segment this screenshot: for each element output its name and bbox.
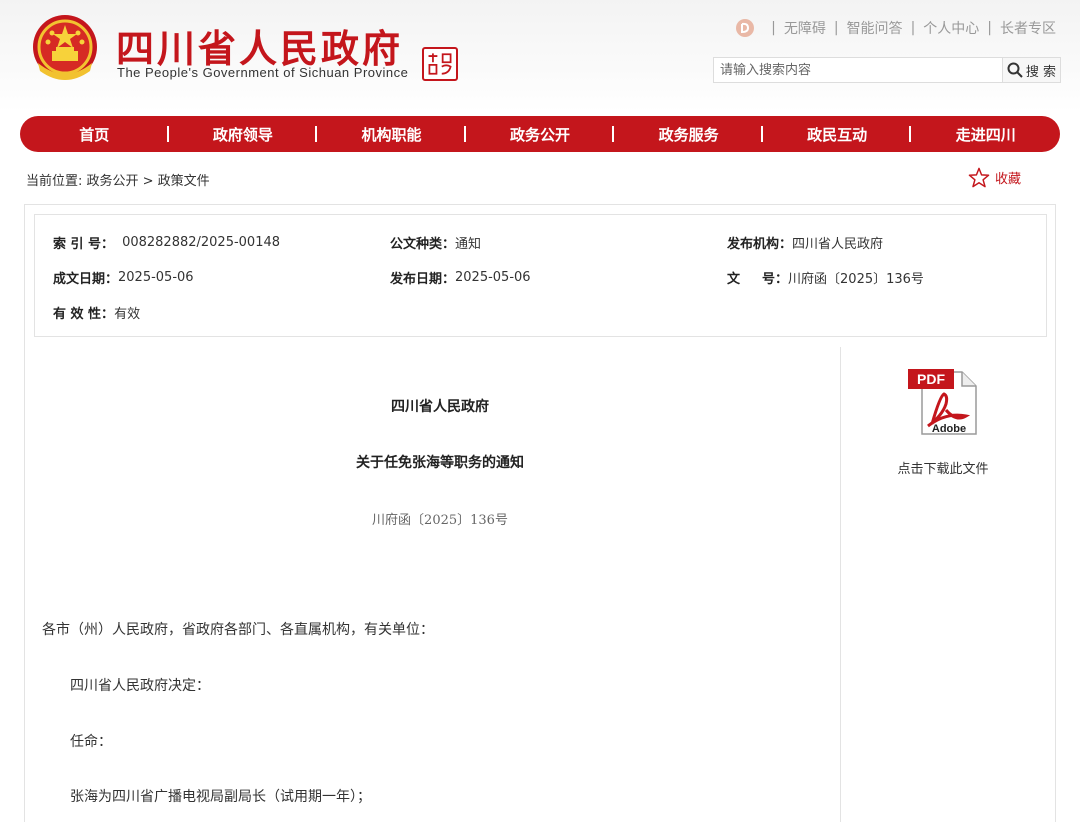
meta-doc-number-value: 川府函〔2025〕136号 [788, 272, 924, 287]
meta-doc-type: 公文种类： 通知 [390, 233, 481, 252]
search-button[interactable]: 搜 索 [1002, 58, 1060, 82]
nav-item-gov-affairs[interactable]: 政务公开 [466, 124, 615, 145]
adobe-label: Adobe [932, 423, 966, 435]
document-number: 川府函〔2025〕136号 [372, 513, 508, 528]
weibo-icon[interactable] [735, 18, 755, 38]
document-title: 关于任免张海等职务的通知 [356, 455, 524, 471]
nav-item-home[interactable]: 首页 [20, 124, 169, 145]
meta-validity: 有 效 性： 有效 [53, 303, 140, 322]
search-icon [1007, 62, 1023, 78]
star-icon [968, 167, 990, 188]
meta-doc-number-label-b: 号： [762, 272, 789, 287]
document-paragraph: 张海为四川省广播电视局副局长（试用期一年）； [70, 789, 371, 805]
meta-publisher-label: 发布机构： [727, 237, 793, 252]
meta-doc-number-label-a: 文 [727, 272, 741, 287]
meta-doc-number: 文 号： 川府函〔2025〕136号 [727, 268, 924, 287]
column-divider [840, 347, 841, 822]
meta-published-value: 2025-05-06 [455, 270, 531, 285]
meta-created-label: 成文日期： [53, 272, 119, 287]
nav-item-institutions[interactable]: 机构职能 [317, 124, 466, 145]
nav-item-leaders[interactable]: 政府领导 [169, 124, 318, 145]
document-paragraph: 四川省人民政府决定： [70, 678, 210, 694]
accessibility-link[interactable]: 无障碍 [784, 18, 826, 38]
document-org: 四川省人民政府 [391, 399, 489, 415]
pdf-file-icon[interactable]: PDF Adobe [906, 366, 982, 438]
favorite-button[interactable]: 收藏 [968, 167, 1021, 188]
nav-item-about-sichuan[interactable]: 走进四川 [911, 124, 1060, 145]
meta-created: 成文日期： 2025-05-06 [53, 268, 194, 287]
seal-logo-icon [422, 47, 458, 81]
search-input[interactable] [714, 58, 1002, 82]
main-nav: 首页 政府领导 机构职能 政务公开 政务服务 政民互动 走进四川 [20, 116, 1060, 152]
download-file-link[interactable]: 点击下载此文件 [880, 458, 1006, 477]
nav-item-services[interactable]: 政务服务 [614, 124, 763, 145]
meta-published: 发布日期： 2025-05-06 [390, 268, 531, 287]
smart-qa-link[interactable]: 智能问答 [847, 18, 903, 38]
meta-index: 索 引 号： 008282882/2025-00148 [53, 233, 280, 252]
meta-created-value: 2025-05-06 [118, 270, 194, 285]
national-emblem-icon [33, 15, 97, 80]
pdf-label: PDF [917, 371, 945, 387]
meta-doc-type-value: 通知 [455, 237, 482, 252]
site-header: 四川省人民政府 The People's Government of Sichu… [0, 0, 1080, 112]
meta-index-label: 索 引 号： [53, 237, 115, 252]
site-subtitle: The People's Government of Sichuan Provi… [117, 65, 409, 80]
meta-validity-label: 有 效 性： [53, 307, 115, 322]
meta-doc-type-label: 公文种类： [390, 237, 456, 252]
favorite-label: 收藏 [995, 172, 1022, 187]
meta-publisher: 发布机构： 四川省人民政府 [727, 233, 883, 252]
nav-item-interaction[interactable]: 政民互动 [763, 124, 912, 145]
document-paragraph: 各市（州）人民政府，省政府各部门、各直属机构，有关单位： [42, 622, 434, 638]
top-links: | 无障碍 | 智能问答 | 个人中心 | 长者专区 [735, 18, 1056, 38]
search-button-label: 搜 索 [1025, 64, 1057, 80]
meta-index-value: 008282882/2025-00148 [122, 235, 281, 250]
personal-center-link[interactable]: 个人中心 [923, 18, 979, 38]
breadcrumb[interactable]: 当前位置: 政务公开 > 政策文件 [26, 170, 210, 189]
elderly-zone-link[interactable]: 长者专区 [1000, 18, 1056, 38]
meta-publisher-value: 四川省人民政府 [792, 237, 884, 252]
meta-validity-value: 有效 [114, 307, 141, 322]
document-paragraph: 任命： [70, 734, 112, 750]
meta-published-label: 发布日期： [390, 272, 456, 287]
search-box: 搜 索 [713, 57, 1061, 83]
